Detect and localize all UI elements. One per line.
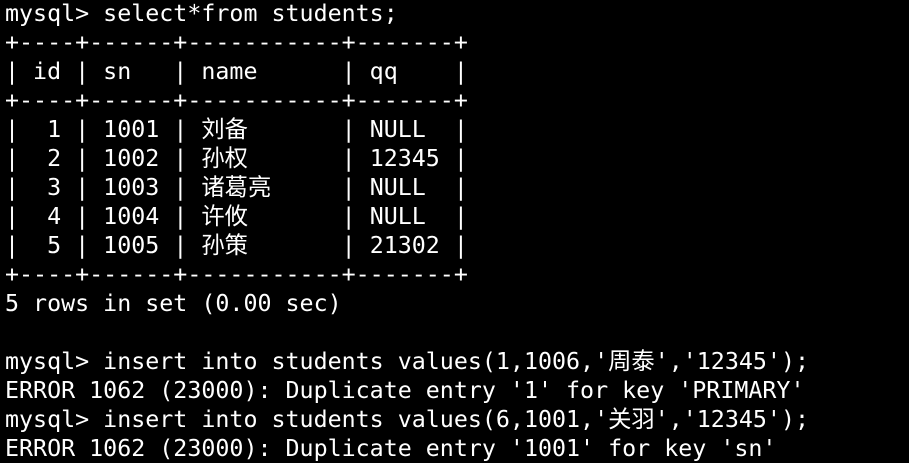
cell-name: 诸葛亮 <box>201 174 272 201</box>
column-separator: | <box>173 203 188 230</box>
cell-qq: NULL <box>369 174 426 201</box>
column-separator: | <box>173 174 188 201</box>
cell-id: 5 <box>47 232 62 259</box>
cell-qq: NULL <box>369 203 426 230</box>
column-separator: | <box>341 174 356 201</box>
cell-id: 2 <box>47 145 62 172</box>
table-row: | | | | | 4 1004 许攸 NULL <box>5 202 905 231</box>
cell-id: 3 <box>47 174 62 201</box>
cell-qq: 12345 <box>369 145 440 172</box>
column-separator: | <box>341 232 356 259</box>
cell-name: 孙权 <box>201 145 248 172</box>
cell-sn: 1005 <box>103 232 160 259</box>
column-separator: | <box>341 145 356 172</box>
cell-name: 许攸 <box>201 203 248 230</box>
error-message-2: ERROR 1062 (23000): Duplicate entry '100… <box>5 435 777 462</box>
cell-name: 孙策 <box>201 232 248 259</box>
column-separator: | <box>173 232 188 259</box>
column-separator: | <box>341 203 356 230</box>
column-separator: | <box>453 116 468 143</box>
terminal-window[interactable]: mysql> select*from students; +----+-----… <box>5 0 905 463</box>
table-border-bottom: +----+------+-----------+-------+ <box>5 261 468 288</box>
cell-qq: NULL <box>369 116 426 143</box>
column-separator: | <box>453 232 468 259</box>
column-separator: | <box>341 116 356 143</box>
column-separator: | <box>5 116 20 143</box>
cell-name: 刘备 <box>201 116 248 143</box>
column-separator: | <box>75 145 90 172</box>
command-line-insert-1: mysql> insert into students values(1,100… <box>5 348 809 375</box>
cell-id: 4 <box>47 203 62 230</box>
cell-id: 1 <box>47 116 62 143</box>
column-separator: | <box>75 174 90 201</box>
column-separator: | <box>75 203 90 230</box>
column-separator: | <box>5 203 20 230</box>
column-separator: | <box>173 116 188 143</box>
table-row: | | | | | 3 1003 诸葛亮 NULL <box>5 173 905 202</box>
table-border-header: +----+------+-----------+-------+ <box>5 87 468 114</box>
cell-sn: 1004 <box>103 203 160 230</box>
column-separator: | <box>5 174 20 201</box>
cell-sn: 1003 <box>103 174 160 201</box>
command-line-insert-2: mysql> insert into students values(6,100… <box>5 406 809 433</box>
column-separator: | <box>453 145 468 172</box>
table-row: | | | | | 2 1002 孙权 12345 <box>5 144 905 173</box>
table-header: | id | sn | name | qq | <box>5 58 468 85</box>
command-line-select: mysql> select*from students; <box>5 0 398 27</box>
cell-sn: 1002 <box>103 145 160 172</box>
result-summary: 5 rows in set (0.00 sec) <box>5 290 342 317</box>
table-row: | | | | | 1 1001 刘备 NULL <box>5 115 905 144</box>
cell-sn: 1001 <box>103 116 160 143</box>
column-separator: | <box>453 203 468 230</box>
column-separator: | <box>75 232 90 259</box>
table-row: | | | | | 5 1005 孙策 21302 <box>5 231 905 260</box>
column-separator: | <box>173 145 188 172</box>
table-body: | | | | | 1 1001 刘备 NULL | | | | | 2 1002 孙权 12345 | | | | | 3 1… <box>5 115 905 260</box>
cell-qq: 21302 <box>369 232 440 259</box>
column-separator: | <box>5 145 20 172</box>
error-message-1: ERROR 1062 (23000): Duplicate entry '1' … <box>5 377 805 404</box>
table-border-top: +----+------+-----------+-------+ <box>5 29 468 56</box>
column-separator: | <box>5 232 20 259</box>
column-separator: | <box>75 116 90 143</box>
column-separator: | <box>453 174 468 201</box>
